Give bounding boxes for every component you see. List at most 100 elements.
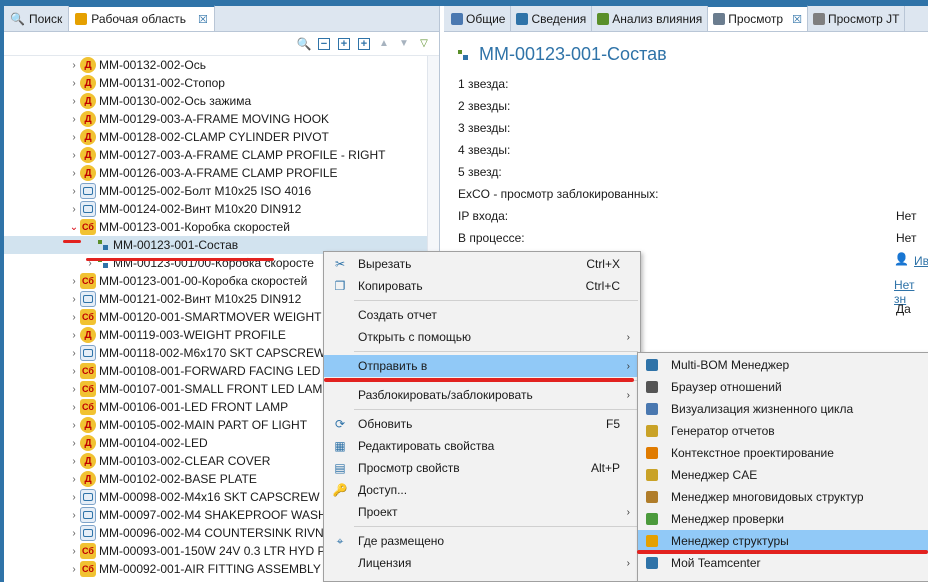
- menu-item[interactable]: ▤ Просмотр свойств Alt+P: [324, 457, 640, 479]
- tree-row[interactable]: › MM-00124-002-Винт M10x20 DIN912: [4, 200, 439, 218]
- menu-item[interactable]: Открыть с помощью ›: [324, 326, 640, 348]
- chevron-right-icon[interactable]: ›: [68, 204, 80, 215]
- menu-item[interactable]: Лицензия ›: [324, 552, 640, 574]
- assembly-icon: Сб: [80, 561, 96, 577]
- expand-all-icon[interactable]: +: [357, 37, 371, 51]
- menu-item[interactable]: ▦ Редактировать свойства: [324, 435, 640, 457]
- chevron-right-icon[interactable]: ›: [68, 186, 80, 197]
- submenu-item[interactable]: Мой Teamcenter: [638, 552, 928, 574]
- tab-search[interactable]: 🔍 Поиск: [4, 6, 70, 31]
- standard-part-icon: [80, 345, 96, 361]
- menu-item[interactable]: 🔑 Доступ...: [324, 479, 640, 501]
- copy-icon: ❐: [334, 279, 346, 293]
- move-up-icon[interactable]: ▲: [377, 37, 391, 51]
- chevron-right-icon[interactable]: ›: [68, 402, 80, 413]
- detail-label: 5 звезд:: [458, 165, 502, 179]
- tree-row[interactable]: › Д MM-00130-002-Ось зажима: [4, 92, 439, 110]
- bom-view-icon: [456, 48, 470, 62]
- chevron-right-icon[interactable]: ›: [68, 114, 80, 125]
- chevron-right-icon[interactable]: ›: [68, 438, 80, 449]
- menu-item-label: Где размещено: [358, 534, 445, 548]
- menu-item[interactable]: ⟳ Обновить F5: [324, 413, 640, 435]
- chevron-right-icon[interactable]: ›: [68, 96, 80, 107]
- chevron-right-icon[interactable]: ›: [68, 168, 80, 179]
- chevron-right-icon[interactable]: ›: [68, 294, 80, 305]
- detail-label: В процессе:: [458, 231, 525, 245]
- context-design-icon: [644, 445, 660, 461]
- tree-row[interactable]: › MM-00125-002-Болт M10x25 ISO 4016: [4, 182, 439, 200]
- menu-item[interactable]: Разблокировать/заблокировать ›: [324, 384, 640, 406]
- close-icon[interactable]: ☒: [198, 13, 208, 26]
- view-properties-icon: ▤: [334, 461, 346, 475]
- chevron-right-icon[interactable]: ›: [68, 330, 80, 341]
- tree-row-label: MM-00132-002-Ось: [99, 58, 206, 72]
- chevron-right-icon[interactable]: ›: [68, 528, 80, 539]
- chevron-right-icon[interactable]: ›: [68, 78, 80, 89]
- menu-item[interactable]: ❐ Копировать Ctrl+C: [324, 275, 640, 297]
- submenu-item[interactable]: Менеджер многовидовых структур: [638, 486, 928, 508]
- tab-icon: [451, 12, 463, 25]
- menu-item[interactable]: ⌖ Где размещено: [324, 530, 640, 552]
- chevron-right-icon[interactable]: ›: [68, 132, 80, 143]
- tree-row[interactable]: › Д MM-00126-003-A-FRAME CLAMP PROFILE: [4, 164, 439, 182]
- submenu-item[interactable]: Менеджер структуры: [638, 530, 928, 552]
- chevron-right-icon[interactable]: ›: [68, 60, 80, 71]
- tree-row[interactable]: › Д MM-00128-002-CLAMP CYLINDER PIVOT: [4, 128, 439, 146]
- tab-right-2[interactable]: Анализ влияния: [592, 6, 709, 31]
- chevron-right-icon[interactable]: ›: [68, 312, 80, 323]
- chevron-right-icon[interactable]: ›: [68, 348, 80, 359]
- submenu-item[interactable]: Менеджер проверки: [638, 508, 928, 530]
- search-icon[interactable]: 🔍: [297, 37, 312, 51]
- tree-row[interactable]: ⌄ Сб MM-00123-001-Коробка скоростей: [4, 218, 439, 236]
- chevron-right-icon: ›: [626, 360, 630, 372]
- tree-row[interactable]: › Д MM-00132-002-Ось: [4, 56, 439, 74]
- menu-item[interactable]: ✂ Вырезать Ctrl+X: [324, 253, 640, 275]
- chevron-right-icon[interactable]: ›: [68, 474, 80, 485]
- chevron-right-icon[interactable]: ›: [68, 150, 80, 161]
- chevron-right-icon[interactable]: ›: [68, 384, 80, 395]
- menu-shortcut: F5: [605, 417, 620, 431]
- details-title-text: MM-00123-001-Состав: [479, 44, 667, 64]
- annotation-underline-item: [86, 258, 274, 261]
- owner-link[interactable]: Ив: [914, 254, 928, 268]
- submenu-item[interactable]: Контекстное проектирование: [638, 442, 928, 464]
- detail-label: 3 звезды:: [458, 121, 511, 135]
- tab-right-4[interactable]: Просмотр JT: [808, 6, 906, 31]
- chevron-right-icon[interactable]: ›: [68, 564, 80, 575]
- cae-icon: [644, 467, 660, 483]
- tab-right-3[interactable]: Просмотр ☒: [708, 5, 808, 31]
- chevron-right-icon[interactable]: ›: [68, 510, 80, 521]
- chevron-right-icon[interactable]: ›: [68, 420, 80, 431]
- menu-item[interactable]: Создать отчет: [324, 304, 640, 326]
- teamcenter-icon: [644, 555, 660, 571]
- expand-icon[interactable]: +: [337, 37, 351, 51]
- submenu-item[interactable]: Браузер отношений: [638, 376, 928, 398]
- submenu-item[interactable]: Менеджер CAE: [638, 464, 928, 486]
- scissors-icon: ✂: [334, 257, 346, 271]
- chevron-down-icon[interactable]: ⌄: [68, 222, 80, 233]
- chevron-right-icon[interactable]: ›: [68, 276, 80, 287]
- tab-workspace[interactable]: Рабочая область ☒: [69, 5, 215, 31]
- tree-row-label: MM-00131-002-Стопор: [99, 76, 225, 90]
- submenu-item[interactable]: Генератор отчетов: [638, 420, 928, 442]
- submenu-item[interactable]: Multi-BOM Менеджер: [638, 354, 928, 376]
- tab-right-0[interactable]: Общие: [446, 6, 512, 31]
- view-menu-icon[interactable]: ▽: [417, 37, 431, 51]
- tree-row[interactable]: › Д MM-00127-003-A-FRAME CLAMP PROFILE - R…: [4, 146, 439, 164]
- tree-row-label: MM-00108-001-FORWARD FACING LED: [99, 364, 321, 378]
- close-icon[interactable]: ☒: [792, 13, 802, 26]
- submenu-item[interactable]: Визуализация жизненного цикла: [638, 398, 928, 420]
- menu-item[interactable]: Отправить в ›: [324, 355, 640, 377]
- menu-item[interactable]: Проект ›: [324, 501, 640, 523]
- chevron-right-icon[interactable]: ›: [68, 456, 80, 467]
- move-down-icon[interactable]: ▼: [397, 37, 411, 51]
- tree-row[interactable]: › Д MM-00131-002-Стопор: [4, 74, 439, 92]
- chevron-right-icon[interactable]: ›: [68, 492, 80, 503]
- chevron-right-icon[interactable]: ›: [68, 366, 80, 377]
- tree-row-label: MM-00130-002-Ось зажима: [99, 94, 252, 108]
- collapse-all-icon[interactable]: −: [317, 37, 331, 51]
- tree-row-label: MM-00123-001-Состав: [113, 238, 239, 252]
- chevron-right-icon[interactable]: ›: [68, 546, 80, 557]
- tab-right-1[interactable]: Сведения: [511, 6, 593, 31]
- tree-row[interactable]: › Д MM-00129-003-A-FRAME MOVING HOOK: [4, 110, 439, 128]
